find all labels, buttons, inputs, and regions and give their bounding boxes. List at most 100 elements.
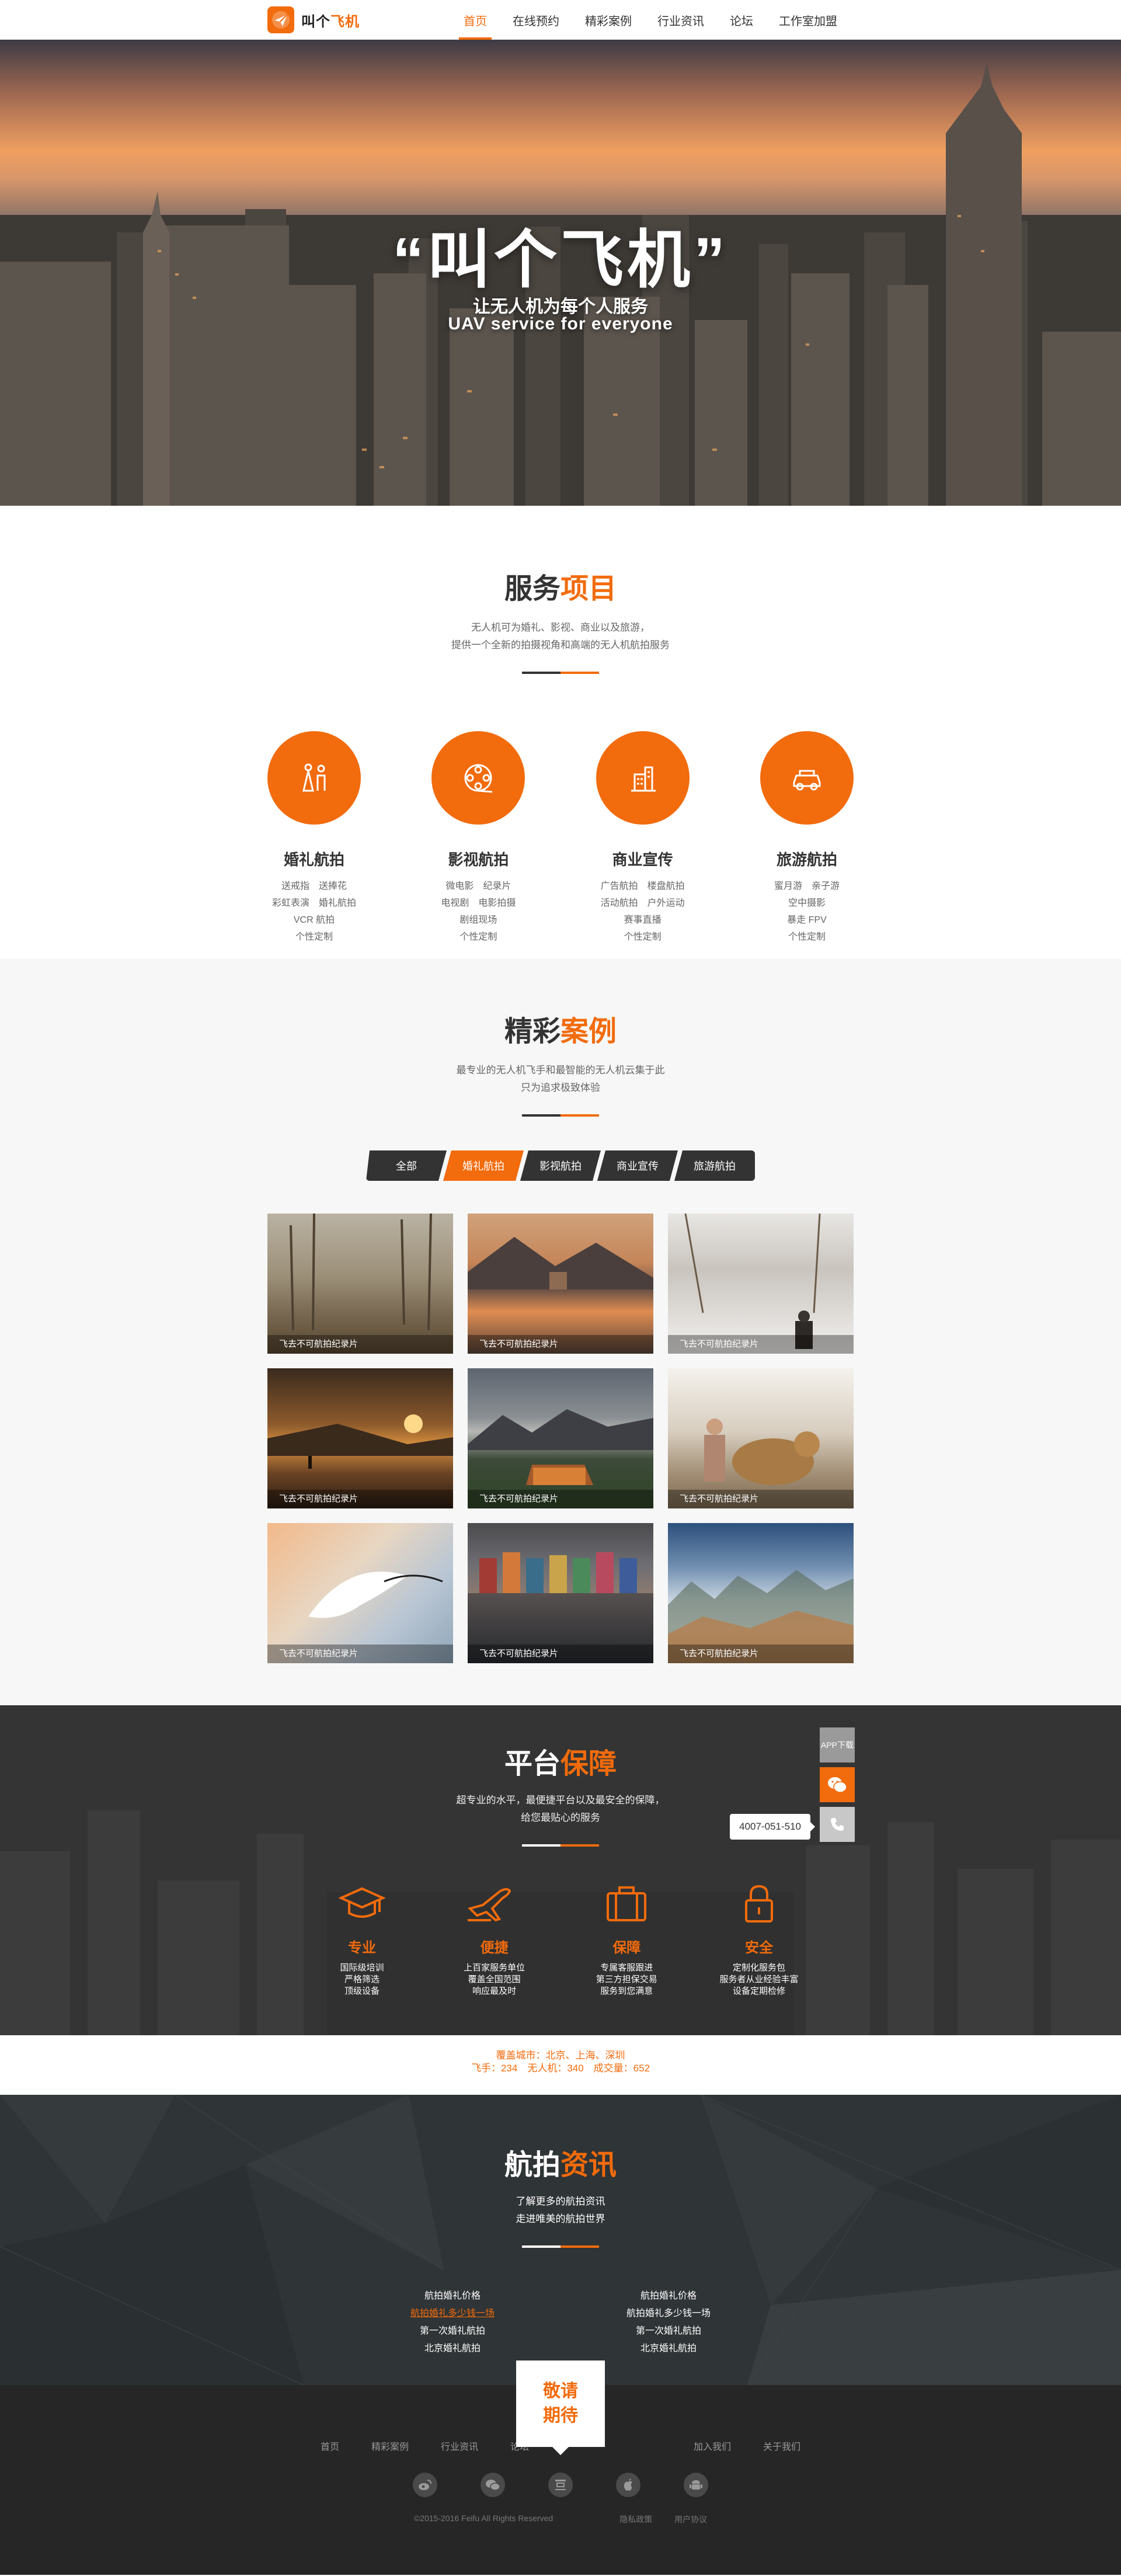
wechat-icon[interactable] xyxy=(820,1767,855,1802)
top-nav: 叫个飞机 首页 在线预约 精彩案例 行业资讯 论坛 工作室加盟 xyxy=(0,0,1121,40)
travel-car-icon xyxy=(760,731,854,825)
news-column-left: 航拍婚礼价格 航拍婚礼多少钱一场 第一次婚礼航拍 北京婚礼航拍 xyxy=(410,2288,495,2358)
news-link[interactable]: 航拍婚礼价格 xyxy=(410,2288,495,2305)
service-wedding[interactable]: 婚礼航拍 送戒指 送捧花 彩虹表演 婚礼航拍 VCR 航拍 个性定制 xyxy=(267,731,361,945)
coverage-cities: 覆盖城市：北京、上海、深圳 xyxy=(496,2050,625,2061)
news-link[interactable]: 航拍婚礼多少钱一场 xyxy=(626,2305,711,2323)
coming-soon-badge: 敬请 期待 xyxy=(516,2361,605,2455)
news-link[interactable]: 北京婚礼航拍 xyxy=(410,2340,495,2358)
cases-title: 精彩案例 xyxy=(504,1016,617,1047)
news-link[interactable]: 航拍婚礼价格 xyxy=(626,2288,711,2305)
title-divider xyxy=(522,1844,599,1847)
copyright-text: ©2015-2016 Feifu All Rights Reserved xyxy=(413,2514,553,2523)
case-card[interactable]: 飞去不可航拍纪录片 xyxy=(468,1523,653,1663)
apple-icon[interactable] xyxy=(616,2473,640,2497)
floating-contact-bar: APP下载 xyxy=(820,1727,855,1847)
film-reel-icon xyxy=(431,731,525,825)
nav-item-news[interactable]: 行业资讯 xyxy=(647,0,715,40)
footer-link-news[interactable]: 行业资讯 xyxy=(441,2439,478,2453)
airplane-icon xyxy=(467,1888,511,1922)
site-footer: 敬请 期待 首页 精彩案例 行业资讯 论坛 加入我们 关于我们 ©2015-20… xyxy=(0,2361,1121,2575)
guarantee-list: 专业 国际级培训 严格筛选 顶级设备 便捷 上百家服务单位 覆盖全国范围 响应最及时 保… xyxy=(321,1883,800,1997)
case-image xyxy=(668,1570,854,1663)
app-download-button[interactable]: APP下载 xyxy=(820,1727,855,1762)
news-list: 航拍婚礼价格 航拍婚礼多少钱一场 第一次婚礼航拍 北京婚礼航拍 航拍婚礼价格 航… xyxy=(267,2288,854,2358)
news-link[interactable]: 航拍婚礼多少钱一场 xyxy=(410,2305,495,2323)
guarantee-professional: 专业 国际级培训 严格筛选 顶级设备 xyxy=(321,1883,403,1997)
case-image xyxy=(290,1214,432,1331)
agreement-link[interactable]: 用户协议 xyxy=(674,2515,707,2524)
footer-link-home[interactable]: 首页 xyxy=(321,2439,339,2453)
case-image xyxy=(704,1419,820,1485)
hero-title: “叫个飞机” xyxy=(392,224,729,295)
case-card[interactable]: 飞去不可航拍纪录片 xyxy=(668,1523,854,1663)
case-card[interactable]: 飞去不可航拍纪录片 xyxy=(668,1368,854,1508)
case-card[interactable]: 飞去不可航拍纪录片 xyxy=(468,1214,653,1354)
nav-item-join[interactable]: 工作室加盟 xyxy=(768,0,848,40)
title-divider xyxy=(522,672,599,674)
briefcase-icon xyxy=(607,1886,647,1921)
phone-icon[interactable] xyxy=(820,1807,855,1842)
service-commercial[interactable]: 商业宣传 广告航拍 楼盘航拍 活动航拍 户外运动 赛事直播 个性定制 xyxy=(596,731,690,945)
stats-bar: 覆盖城市：北京、上海、深圳 飞手：234 无人机：340 成交量：652 xyxy=(0,2035,1121,2095)
tab-film[interactable]: 影视航拍 xyxy=(520,1150,601,1181)
title-divider xyxy=(522,1114,599,1117)
douban-icon[interactable] xyxy=(548,2473,573,2497)
service-list: 婚礼航拍 送戒指 送捧花 彩虹表演 婚礼航拍 VCR 航拍 个性定制 影视航拍 微电影… xyxy=(267,731,854,945)
cases-section: 精彩案例 最专业的无人机飞手和最智能的无人机云集于此 只为追求极致体验 全部 婚礼… xyxy=(0,959,1121,1705)
footer-link-cases[interactable]: 精彩案例 xyxy=(371,2439,409,2453)
news-column-right: 航拍婚礼价格 航拍婚礼多少钱一场 第一次婚礼航拍 北京婚礼航拍 xyxy=(626,2288,711,2358)
news-link[interactable]: 第一次婚礼航拍 xyxy=(626,2323,711,2340)
platform-counts: 飞手：234 无人机：340 成交量：652 xyxy=(471,2063,650,2074)
copyright-bar: ©2015-2016 Feifu All Rights Reserved 隐私政… xyxy=(0,2514,1121,2525)
guarantee-convenient: 便捷 上百家服务单位 覆盖全国范围 响应最及时 xyxy=(454,1883,535,1997)
news-link[interactable]: 第一次婚礼航拍 xyxy=(410,2323,495,2340)
guarantee-security: 安全 定制化服务包 服务者从业经验丰富 设备定期检修 xyxy=(718,1883,800,1997)
case-image xyxy=(308,1572,443,1618)
nav-item-booking[interactable]: 在线预约 xyxy=(502,0,570,40)
main-menu: 首页 在线预约 精彩案例 行业资讯 论坛 工作室加盟 xyxy=(453,0,852,40)
case-card[interactable]: 飞去不可航拍纪录片 xyxy=(267,1214,453,1354)
wechat-icon[interactable] xyxy=(481,2473,505,2497)
building-icon xyxy=(596,731,690,825)
case-image xyxy=(684,1214,821,1349)
case-card[interactable]: 飞去不可航拍纪录片 xyxy=(468,1368,653,1508)
title-divider xyxy=(522,2245,599,2248)
platform-section: APP下载 4007-051-510 平台保障 超专业的水平，最便捷平台以及最安… xyxy=(0,1705,1121,2035)
logo-plane-icon xyxy=(267,6,294,33)
case-grid: 飞去不可航拍纪录片 飞去不可航拍纪录片 飞去不可航拍纪录片 飞去不可航拍纪录片 … xyxy=(267,1214,854,1663)
wedding-icon xyxy=(267,731,361,825)
graduation-cap-icon xyxy=(338,1887,386,1918)
footer-link-about[interactable]: 关于我们 xyxy=(763,2439,800,2453)
case-image xyxy=(468,1237,653,1289)
news-desc: 了解更多的航拍资讯 走进唯美的航拍世界 xyxy=(516,2196,605,2224)
nav-item-home[interactable]: 首页 xyxy=(453,0,497,40)
social-icons xyxy=(413,2473,708,2497)
service-film[interactable]: 影视航拍 微电影 纪录片 电视剧 电影拍摄 剧组现场 个性定制 xyxy=(431,731,525,945)
logo-text: 叫个飞机 xyxy=(301,13,360,30)
case-card[interactable]: 飞去不可航拍纪录片 xyxy=(267,1368,453,1508)
services-title: 服务项目 xyxy=(504,573,617,604)
cases-desc: 最专业的无人机飞手和最智能的无人机云集于此 只为追求极致体验 xyxy=(456,1065,665,1093)
tab-wedding[interactable]: 婚礼航拍 xyxy=(443,1150,524,1181)
tab-travel[interactable]: 旅游航拍 xyxy=(674,1150,755,1181)
site-logo[interactable]: 叫个飞机 xyxy=(267,6,360,33)
privacy-link[interactable]: 隐私政策 xyxy=(619,2515,652,2524)
nav-item-cases[interactable]: 精彩案例 xyxy=(575,0,642,40)
case-card[interactable]: 飞去不可航拍纪录片 xyxy=(668,1214,854,1354)
news-link[interactable]: 北京婚礼航拍 xyxy=(626,2340,711,2358)
guarantee-protection: 保障 专属客服跟进 第三方担保交易 服务到您满意 xyxy=(586,1883,667,1997)
phone-number-tooltip: 4007-051-510 xyxy=(730,1814,815,1840)
nav-item-forum[interactable]: 论坛 xyxy=(719,0,764,40)
services-desc: 无人机可为婚礼、影视、商业以及旅游， 提供一个全新的拍摄视角和高端的无人机航拍服务 xyxy=(451,622,670,651)
android-icon[interactable] xyxy=(684,2473,708,2497)
tab-commercial[interactable]: 商业宣传 xyxy=(597,1150,678,1181)
case-filter-tabs: 全部 婚礼航拍 影视航拍 商业宣传 旅游航拍 xyxy=(267,1150,854,1181)
news-title: 航拍资讯 xyxy=(504,2150,617,2181)
services-section: 服务项目 无人机可为婚礼、影视、商业以及旅游， 提供一个全新的拍摄视角和高端的无人… xyxy=(0,506,1121,959)
footer-link-join[interactable]: 加入我们 xyxy=(694,2439,731,2453)
weibo-icon[interactable] xyxy=(413,2473,437,2497)
tab-all[interactable]: 全部 xyxy=(366,1150,447,1181)
case-card[interactable]: 飞去不可航拍纪录片 xyxy=(267,1523,453,1663)
service-travel[interactable]: 旅游航拍 蜜月游 亲子游 空中摄影 暴走 FPV 个性定制 xyxy=(760,731,854,945)
